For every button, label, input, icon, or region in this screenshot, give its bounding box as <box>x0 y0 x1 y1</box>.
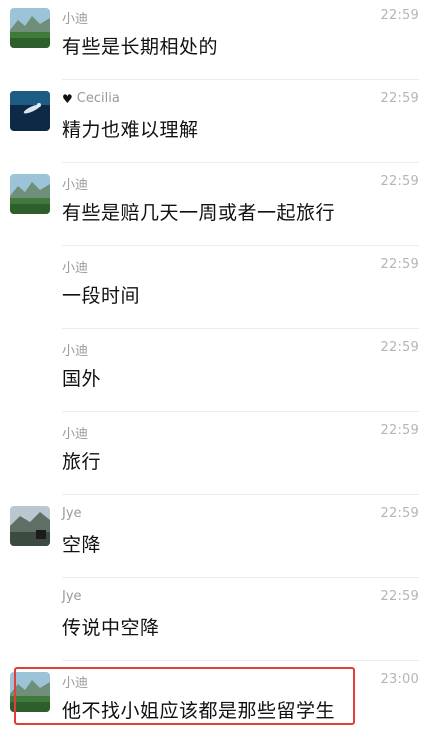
chat-message[interactable]: 小迪 22:59 旅行 <box>0 415 433 495</box>
chat-message[interactable]: Jye 22:59 传说中空降 <box>0 581 433 661</box>
message-time: 22:59 <box>380 340 419 355</box>
divider <box>62 577 419 578</box>
message-time: 22:59 <box>380 589 419 604</box>
message-text: 一段时间 <box>62 285 141 307</box>
sender-name: 小迪 <box>62 178 89 193</box>
divider <box>62 660 419 661</box>
sender-name: Jye <box>62 506 82 521</box>
chat-message[interactable]: Jye 22:59 空降 <box>0 498 433 578</box>
message-text: 有些是赔几天一周或者一起旅行 <box>62 202 336 224</box>
sender-name: 小迪 <box>62 427 89 442</box>
avatar[interactable] <box>10 174 50 214</box>
sender-name: 小迪 <box>62 261 89 276</box>
chat-message[interactable]: ♥ Cecilia 22:59 精力也难以理解 <box>0 83 433 163</box>
message-text: 精力也难以理解 <box>62 119 199 141</box>
message-text: 旅行 <box>62 451 102 473</box>
message-time: 22:59 <box>380 174 419 189</box>
divider <box>62 245 419 246</box>
message-time: 23:00 <box>380 672 419 687</box>
highlight-box <box>14 667 355 725</box>
landscape-avatar-icon <box>10 8 50 48</box>
divider <box>62 494 419 495</box>
message-text: 国外 <box>62 368 102 390</box>
chat-message[interactable]: 小迪 22:59 有些是长期相处的 <box>0 0 433 80</box>
divider <box>62 328 419 329</box>
landscape-avatar-icon <box>10 174 50 214</box>
message-text: 空降 <box>62 534 102 556</box>
chat-message[interactable]: 小迪 22:59 有些是赔几天一周或者一起旅行 <box>0 166 433 246</box>
chat-message-list[interactable]: 小迪 22:59 有些是长期相处的 ♥ Cecilia 22:59 精力也难以理解 <box>0 0 433 729</box>
sender-name: Jye <box>62 589 82 604</box>
divider <box>62 162 419 163</box>
sender-name: 小迪 <box>62 12 89 27</box>
divider <box>62 411 419 412</box>
sender-name: 小迪 <box>62 344 89 359</box>
avatar[interactable] <box>10 91 50 131</box>
diver-avatar-icon <box>10 91 50 131</box>
avatar[interactable] <box>10 8 50 48</box>
sender-name: ♥ Cecilia <box>62 91 120 106</box>
message-time: 22:59 <box>380 8 419 23</box>
mountain-avatar-icon <box>10 506 50 546</box>
message-text: 传说中空降 <box>62 617 160 639</box>
message-time: 22:59 <box>380 91 419 106</box>
avatar[interactable] <box>10 506 50 546</box>
message-time: 22:59 <box>380 257 419 272</box>
message-time: 22:59 <box>380 506 419 521</box>
divider <box>62 79 419 80</box>
heart-icon: ♥ <box>62 91 73 106</box>
chat-message[interactable]: 小迪 22:59 国外 <box>0 332 433 412</box>
chat-message[interactable]: 小迪 22:59 一段时间 <box>0 249 433 329</box>
message-text: 有些是长期相处的 <box>62 36 219 58</box>
message-time: 22:59 <box>380 423 419 438</box>
